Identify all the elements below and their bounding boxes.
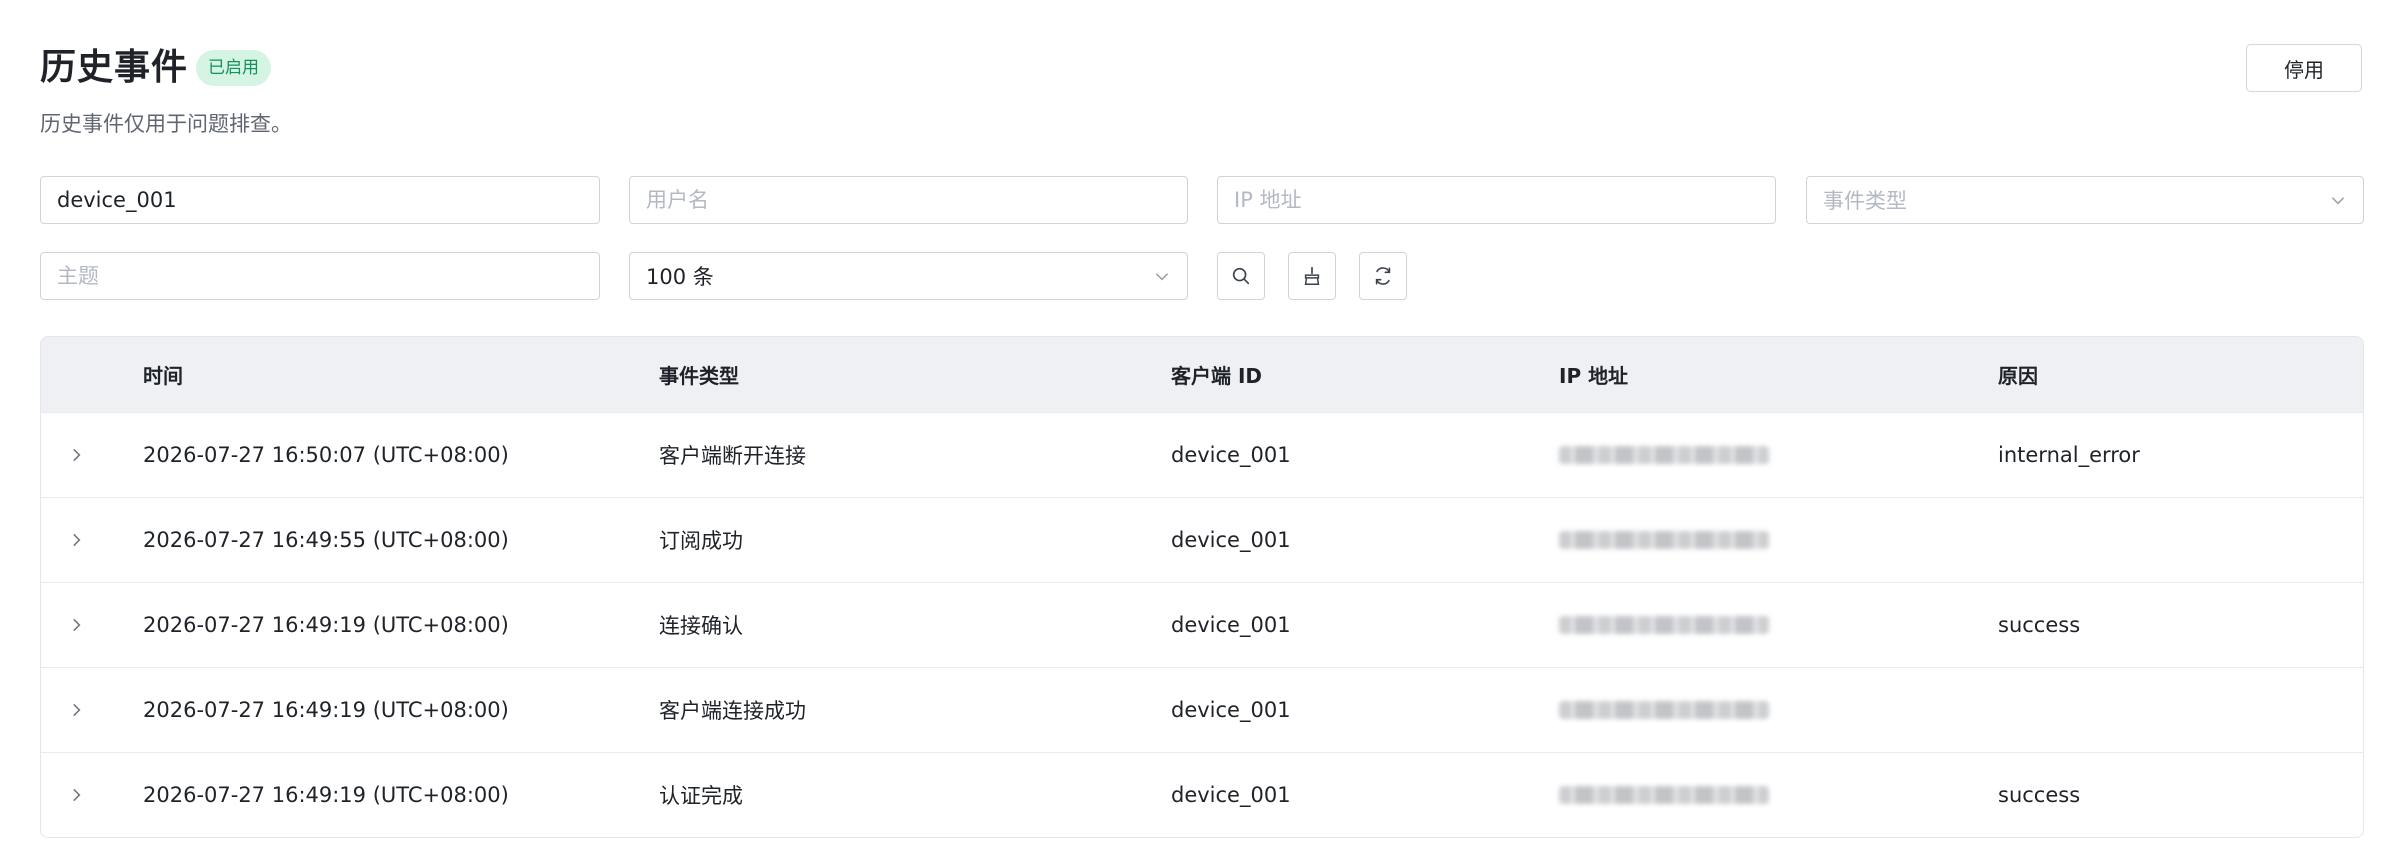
cell-ip-address [1559,498,1769,582]
cell-client-id: device_001 [1171,528,1291,552]
client-id-input[interactable] [57,188,583,212]
cell-ip-address [1559,668,1769,752]
expand-row-button[interactable] [67,753,91,837]
event-type-select[interactable]: 事件类型 [1806,176,2364,224]
disable-button[interactable]: 停用 [2246,44,2362,92]
search-button[interactable] [1217,252,1265,300]
blurred-ip [1559,701,1769,719]
page-description: 历史事件仅用于问题排查。 [40,112,292,136]
cell-client-id: device_001 [1171,443,1291,467]
table-header: 时间 事件类型 客户端 ID IP 地址 原因 [41,337,2363,412]
cell-time: 2026-07-27 16:49:55 (UTC+08:00) [143,528,509,552]
chevron-right-icon [73,448,81,462]
cell-time: 2026-07-27 16:49:19 (UTC+08:00) [143,783,509,807]
status-badge: 已启用 [196,50,271,86]
chevron-right-icon [73,703,81,717]
cell-time: 2026-07-27 16:49:19 (UTC+08:00) [143,613,509,637]
blurred-ip [1559,616,1769,634]
expand-row-button[interactable] [67,413,91,497]
cell-reason: success [1998,613,2081,637]
blurred-ip [1559,446,1769,464]
page-title: 历史事件 [40,47,189,88]
chevron-right-icon [73,618,81,632]
topic-input[interactable] [57,264,583,288]
cell-event-type: 订阅成功 [659,529,743,553]
events-table: 时间 事件类型 客户端 ID IP 地址 原因 2026-07-27 16:50… [40,336,2364,838]
blurred-ip [1559,786,1769,804]
cell-client-id: device_001 [1171,698,1291,722]
table-body: 2026-07-27 16:50:07 (UTC+08:00) 客户端断开连接 de… [41,412,2363,837]
cell-time: 2026-07-27 16:49:19 (UTC+08:00) [143,698,509,722]
chevron-right-icon [73,788,81,802]
chevron-down-icon [2331,197,2345,205]
ip-input[interactable] [1234,188,1759,212]
cell-event-type: 连接确认 [659,614,743,638]
cell-event-type: 客户端连接成功 [659,699,806,723]
chevron-right-icon [73,533,81,547]
cell-reason: success [1998,783,2081,807]
cell-ip-address [1559,753,1769,837]
username-input[interactable] [646,188,1171,212]
blurred-ip [1559,531,1769,549]
column-header-event-type: 事件类型 [659,364,739,388]
cell-ip-address [1559,583,1769,667]
topic-field[interactable] [40,252,600,300]
chevron-down-icon [1155,273,1169,281]
column-header-time: 时间 [143,364,183,388]
ip-field[interactable] [1217,176,1776,224]
username-field[interactable] [629,176,1188,224]
cell-reason: internal_error [1998,443,2140,467]
expand-row-button[interactable] [67,668,91,752]
clear-icon [1304,266,1320,285]
column-header-reason: 原因 [1998,364,2038,388]
table-row[interactable]: 2026-07-27 16:49:19 (UTC+08:00) 客户端连接成功 de… [41,667,2363,752]
limit-value: 100 条 [646,265,714,289]
search-icon [1232,267,1250,285]
table-row[interactable]: 2026-07-27 16:49:19 (UTC+08:00) 认证完成 devic… [41,752,2363,837]
cell-event-type: 认证完成 [659,784,743,808]
client-id-field[interactable] [40,176,600,224]
cell-time: 2026-07-27 16:50:07 (UTC+08:00) [143,443,509,467]
cell-ip-address [1559,413,1769,497]
column-header-client-id: 客户端 ID [1171,364,1263,388]
expand-row-button[interactable] [67,498,91,582]
cell-event-type: 客户端断开连接 [659,444,806,468]
column-header-ip: IP 地址 [1559,364,1629,388]
cell-client-id: device_001 [1171,613,1291,637]
limit-select[interactable]: 100 条 [629,252,1188,300]
expand-row-button[interactable] [67,583,91,667]
table-row[interactable]: 2026-07-27 16:49:19 (UTC+08:00) 连接确认 devic… [41,582,2363,667]
refresh-icon [1375,267,1391,285]
refresh-button[interactable] [1359,252,1407,300]
table-row[interactable]: 2026-07-27 16:49:55 (UTC+08:00) 订阅成功 devic… [41,497,2363,582]
table-row[interactable]: 2026-07-27 16:50:07 (UTC+08:00) 客户端断开连接 de… [41,412,2363,497]
clear-button[interactable] [1288,252,1336,300]
cell-client-id: device_001 [1171,783,1291,807]
event-type-placeholder: 事件类型 [1823,189,1907,213]
